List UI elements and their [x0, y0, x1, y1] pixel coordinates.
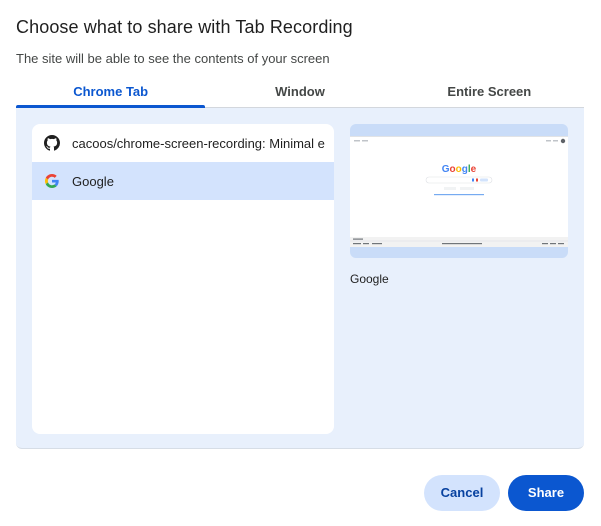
- preview-label: Google: [350, 272, 389, 286]
- list-item-github[interactable]: cacoos/chrome-screen-recording: Minimal …: [32, 124, 334, 162]
- preview-page-image: Google: [350, 137, 568, 247]
- list-item-google[interactable]: Google: [32, 162, 334, 200]
- tab-list: cacoos/chrome-screen-recording: Minimal …: [32, 124, 334, 434]
- dialog-subtitle: The site will be able to see the content…: [16, 51, 330, 66]
- source-tabs: Chrome Tab Window Entire Screen: [16, 78, 584, 108]
- share-dialog: Choose what to share with Tab Recording …: [0, 0, 601, 526]
- svg-text:Google: Google: [442, 164, 477, 175]
- google-icon: [44, 173, 60, 189]
- share-content-panel: cacoos/chrome-screen-recording: Minimal …: [16, 108, 584, 449]
- list-item-label: Google: [72, 173, 114, 189]
- share-button[interactable]: Share: [508, 475, 584, 511]
- tab-entire-screen[interactable]: Entire Screen: [395, 78, 584, 107]
- list-item-label: cacoos/chrome-screen-recording: Minimal …: [72, 135, 325, 151]
- dialog-title: Choose what to share with Tab Recording: [16, 17, 353, 37]
- preview-page: Google: [350, 136, 568, 247]
- github-icon: [44, 135, 60, 151]
- tab-chrome-tab[interactable]: Chrome Tab: [16, 78, 206, 108]
- cancel-button[interactable]: Cancel: [424, 475, 500, 511]
- tab-preview-thumbnail[interactable]: Google: [350, 124, 568, 258]
- tab-window[interactable]: Window: [205, 78, 394, 107]
